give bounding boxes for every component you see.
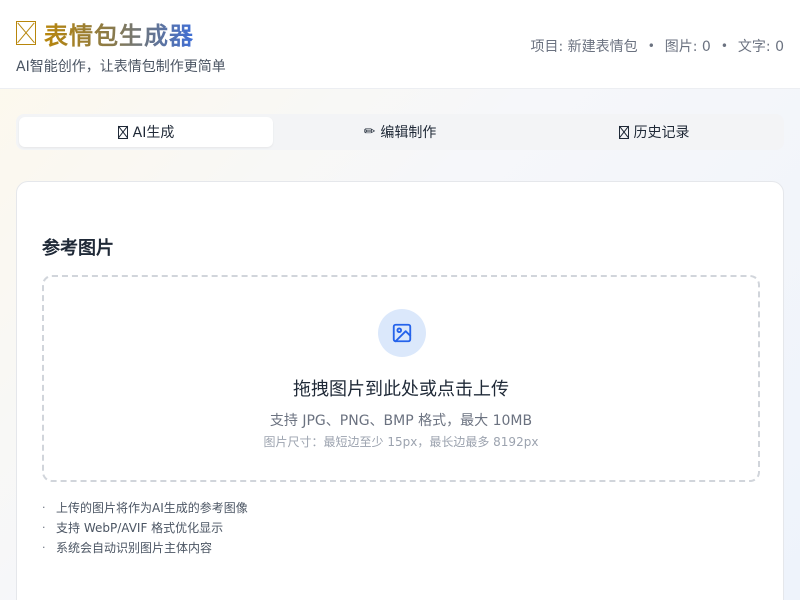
app-subtitle: AI智能创作，让表情包制作更简单 — [16, 59, 226, 75]
bullet: · — [42, 541, 46, 554]
app-header: 表情包生成器 AI智能创作，让表情包制作更简单 项目: 新建表情包 • 图片: … — [0, 0, 800, 89]
stats-separator: • — [647, 39, 655, 53]
app-title: 表情包生成器 — [44, 16, 194, 51]
section-title: 参考图片 — [42, 238, 114, 259]
upload-size-hint: 图片尺寸：最短边至少 15px，最长边最多 8192px — [263, 435, 539, 449]
image-placeholder-icon — [117, 125, 128, 139]
tip-text: 支持 WebP/AVIF 格式优化显示 — [56, 521, 224, 535]
brand: 表情包生成器 AI智能创作，让表情包制作更简单 — [16, 18, 226, 76]
list-item: · 支持 WebP/AVIF 格式优化显示 — [42, 518, 248, 538]
upload-dropzone[interactable]: 拖拽图片到此处或点击上传 支持 JPG、PNG、BMP 格式，最大 10MB 图… — [42, 275, 760, 482]
tab-edit[interactable]: ✏ 编辑制作 — [273, 117, 527, 147]
list-item: · 系统会自动识别图片主体内容 — [42, 538, 248, 558]
list-item: · 上传的图片将作为AI生成的参考图像 — [42, 498, 248, 518]
history-placeholder-icon — [618, 125, 629, 139]
tips-list: · 上传的图片将作为AI生成的参考图像 · 支持 WebP/AVIF 格式优化显… — [42, 498, 248, 558]
project-name-stat: 项目: 新建表情包 — [530, 39, 638, 55]
stats-separator: • — [720, 39, 728, 53]
text-count-stat: 文字: 0 — [737, 39, 784, 55]
main-tabs: AI生成 ✏ 编辑制作 历史记录 — [16, 114, 784, 150]
bullet: · — [42, 521, 46, 534]
logo-placeholder-icon — [16, 21, 36, 45]
upload-instruction: 拖拽图片到此处或点击上传 — [293, 379, 509, 400]
bullet: · — [42, 501, 46, 514]
tab-history[interactable]: 历史记录 — [527, 117, 781, 147]
reference-card: 参考图片 拖拽图片到此处或点击上传 支持 JPG、PNG、BMP 格式，最大 1… — [16, 181, 784, 600]
project-stats: 项目: 新建表情包 • 图片: 0 • 文字: 0 — [531, 36, 784, 56]
tab-label: 编辑制作 — [380, 125, 437, 141]
tip-text: 上传的图片将作为AI生成的参考图像 — [56, 501, 248, 515]
image-icon — [378, 309, 426, 357]
pencil-icon: ✏ — [363, 124, 376, 140]
image-count-stat: 图片: 0 — [664, 39, 711, 55]
title-row: 表情包生成器 — [16, 16, 226, 51]
tab-label: 历史记录 — [633, 125, 690, 141]
tip-text: 系统会自动识别图片主体内容 — [56, 541, 213, 555]
tab-ai-generate[interactable]: AI生成 — [19, 117, 273, 147]
upload-formats: 支持 JPG、PNG、BMP 格式，最大 10MB — [269, 413, 533, 429]
tab-label: AI生成 — [132, 125, 175, 141]
